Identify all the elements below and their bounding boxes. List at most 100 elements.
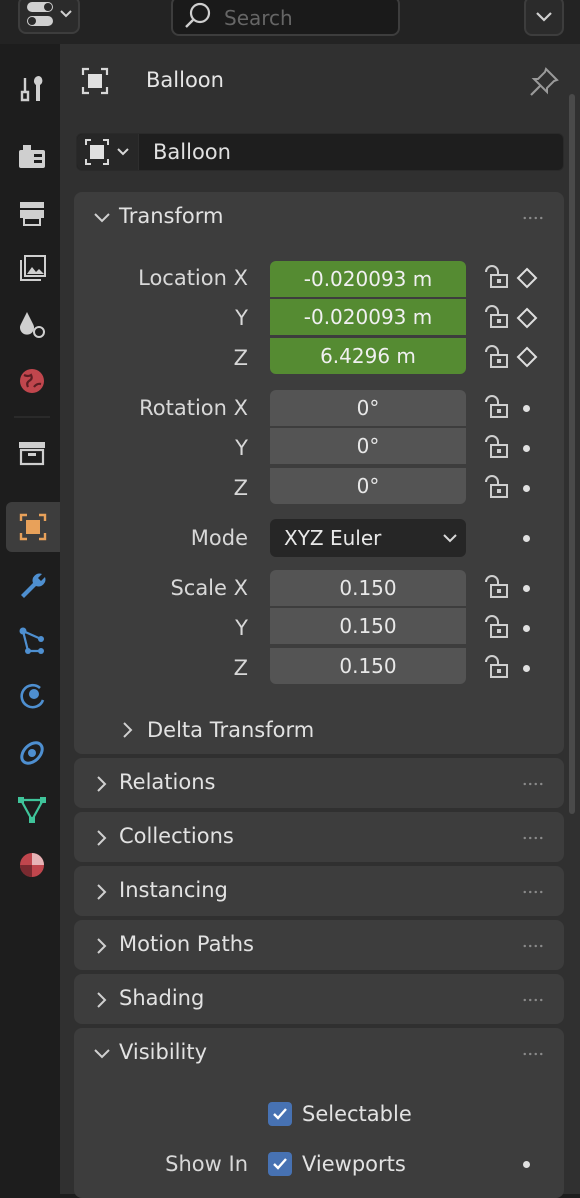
object-name-field[interactable]: Balloon <box>76 133 564 171</box>
tab-object[interactable] <box>6 502 60 552</box>
keyframe-location-z-icon[interactable] <box>516 346 538 368</box>
motion-paths-title: Motion Paths <box>119 932 254 956</box>
tab-particles[interactable] <box>6 616 58 666</box>
view-layer-icon <box>20 255 46 281</box>
drag-handle-icon[interactable] <box>522 1052 544 1056</box>
animate-rotation-y-dot[interactable] <box>523 445 530 452</box>
collections-panel[interactable]: Collections <box>74 812 564 862</box>
chevron-right-icon <box>123 722 133 738</box>
editor-type-button[interactable] <box>18 0 80 34</box>
animate-mode-dot[interactable] <box>523 535 530 542</box>
drag-handle-icon[interactable] <box>522 216 544 220</box>
delta-transform-subpanel[interactable]: Delta Transform <box>74 708 564 752</box>
tool-icon <box>20 76 43 102</box>
tab-scene[interactable] <box>6 300 58 350</box>
location-z-field[interactable]: 6.4296 m <box>270 338 466 374</box>
selectable-checkbox[interactable] <box>268 1102 292 1126</box>
visibility-panel-header[interactable]: Visibility <box>74 1028 564 1078</box>
viewports-checkbox[interactable] <box>268 1152 292 1176</box>
properties-panel: Balloon Balloon Transform Location X Y Z… <box>60 44 580 1198</box>
lock-scale-y-icon[interactable] <box>482 612 512 642</box>
editor-header: Search <box>0 0 580 44</box>
lock-scale-z-icon[interactable] <box>482 652 512 682</box>
tab-tool[interactable] <box>6 64 58 114</box>
rotation-mode-value: XYZ Euler <box>284 526 382 550</box>
keyframe-location-x-icon[interactable] <box>516 267 538 289</box>
motion-paths-panel[interactable]: Motion Paths <box>74 920 564 970</box>
output-icon <box>20 202 44 226</box>
tab-modifiers[interactable] <box>6 560 58 610</box>
tab-render[interactable] <box>6 132 58 182</box>
drag-handle-icon[interactable] <box>522 944 544 948</box>
chevron-right-icon <box>97 884 107 900</box>
wrench-icon <box>21 573 46 598</box>
drag-handle-icon[interactable] <box>522 998 544 1002</box>
lock-location-z-icon[interactable] <box>482 342 512 372</box>
relations-panel[interactable]: Relations <box>74 758 564 808</box>
instancing-panel[interactable]: Instancing <box>74 866 564 916</box>
show-in-label: Show In <box>165 1152 248 1176</box>
search-icon <box>185 2 211 28</box>
chevron-right-icon <box>97 776 107 792</box>
location-x-label: Location X <box>138 266 248 290</box>
rotation-x-label: Rotation X <box>139 396 248 420</box>
rotation-x-field[interactable]: 0° <box>270 390 466 426</box>
scale-y-field[interactable]: 0.150 <box>270 608 466 644</box>
material-icon <box>20 853 44 877</box>
physics-icon <box>20 683 45 709</box>
pin-button[interactable] <box>528 66 560 102</box>
object-name-value: Balloon <box>153 140 231 164</box>
lock-scale-x-icon[interactable] <box>482 572 512 602</box>
scrollbar[interactable] <box>569 94 575 814</box>
search-input[interactable]: Search <box>171 0 400 36</box>
scale-z-field[interactable]: 0.150 <box>270 648 466 684</box>
tab-separator <box>14 416 50 418</box>
animate-rotation-z-dot[interactable] <box>523 485 530 492</box>
object-type-dropdown[interactable] <box>77 134 139 170</box>
location-x-field[interactable]: -0.020093 m <box>270 261 466 297</box>
scale-z-label: Z <box>233 656 248 680</box>
checkmark-icon <box>273 1158 287 1170</box>
tab-world[interactable] <box>6 356 58 406</box>
animate-scale-x-dot[interactable] <box>523 585 530 592</box>
transform-panel: Transform Location X Y Z -0.020093 m -0.… <box>74 192 564 754</box>
animate-rotation-x-dot[interactable] <box>523 405 530 412</box>
constraints-icon <box>20 741 44 765</box>
transform-panel-header[interactable]: Transform <box>74 192 564 242</box>
tab-data[interactable] <box>6 784 58 834</box>
mode-label: Mode <box>190 526 248 550</box>
location-y-field[interactable]: -0.020093 m <box>270 299 466 335</box>
tab-view-layer[interactable] <box>6 244 58 294</box>
tab-material[interactable] <box>6 840 58 890</box>
shading-panel[interactable]: Shading <box>74 974 564 1024</box>
tab-constraints[interactable] <box>6 728 58 778</box>
object-icon <box>85 139 129 165</box>
rotation-z-field[interactable]: 0° <box>270 468 466 504</box>
lock-rotation-x-icon[interactable] <box>482 392 512 422</box>
scale-x-field[interactable]: 0.150 <box>270 570 466 606</box>
drag-handle-icon[interactable] <box>522 782 544 786</box>
animate-scale-y-dot[interactable] <box>523 625 530 632</box>
rotation-y-field[interactable]: 0° <box>270 428 466 464</box>
tab-physics[interactable] <box>6 672 58 722</box>
drag-handle-icon[interactable] <box>522 836 544 840</box>
tab-output[interactable] <box>6 188 58 238</box>
lock-location-x-icon[interactable] <box>482 262 512 292</box>
lock-rotation-z-icon[interactable] <box>482 472 512 502</box>
drag-handle-icon[interactable] <box>522 890 544 894</box>
search-placeholder: Search <box>224 6 293 30</box>
keyframe-location-y-icon[interactable] <box>516 307 538 329</box>
animate-viewports-dot[interactable] <box>523 1161 530 1168</box>
particles-icon <box>19 627 44 654</box>
lock-location-y-icon[interactable] <box>482 302 512 332</box>
tab-collection[interactable] <box>6 428 58 478</box>
options-dropdown[interactable] <box>524 0 564 36</box>
collections-title: Collections <box>119 824 234 848</box>
animate-scale-z-dot[interactable] <box>523 665 530 672</box>
editor-type-icon <box>27 2 72 26</box>
lock-rotation-y-icon[interactable] <box>482 432 512 462</box>
selectable-label: Selectable <box>302 1102 412 1126</box>
world-icon <box>20 369 44 393</box>
rotation-mode-dropdown[interactable]: XYZ Euler <box>270 519 466 557</box>
rotation-z-label: Z <box>233 476 248 500</box>
